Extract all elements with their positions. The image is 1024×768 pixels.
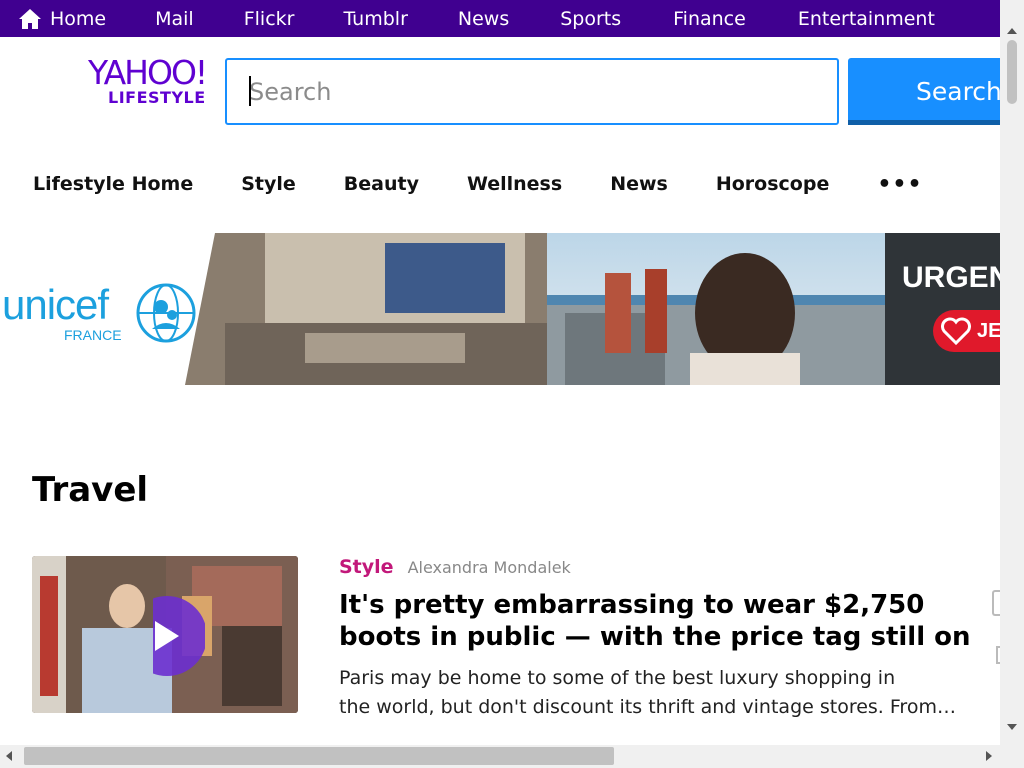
ad-donate-label: JE <box>977 319 1000 342</box>
article-headline-link[interactable]: It's pretty embarrassing to wear $2,750 … <box>339 589 979 653</box>
ad-donate-button[interactable]: JE <box>933 310 1000 352</box>
section-title: Travel <box>32 470 149 510</box>
horizontal-scrollbar[interactable] <box>0 745 1000 768</box>
logo-lifestyle-text: LIFESTYLE <box>108 88 206 107</box>
subnav-news[interactable]: News <box>610 173 668 195</box>
topnav-news-link[interactable]: News <box>458 0 509 37</box>
ad-urgent-headline: URGEN <box>902 261 1000 294</box>
topnav-finance-link[interactable]: Finance <box>673 0 746 37</box>
topnav-mail-link[interactable]: Mail <box>155 0 194 37</box>
heart-icon <box>941 317 971 345</box>
article-meta: Style Alexandra Mondalek <box>339 556 571 578</box>
subnav-beauty[interactable]: Beauty <box>344 173 419 195</box>
subnav-wellness[interactable]: Wellness <box>467 173 562 195</box>
subnav-lifestyle-home[interactable]: Lifestyle Home <box>33 173 193 195</box>
play-icon[interactable] <box>153 594 205 678</box>
subnav-horoscope[interactable]: Horoscope <box>716 173 830 195</box>
topnav-tumblr-link[interactable]: Tumblr <box>343 0 407 37</box>
scrollbar-corner <box>1000 745 1024 768</box>
search-input[interactable] <box>225 58 839 125</box>
summary-line-1: Paris may be home to some of the best lu… <box>339 667 896 689</box>
unicef-country: FRANCE <box>64 327 122 343</box>
article-category-link[interactable]: Style <box>339 556 394 578</box>
search-button[interactable]: Search <box>848 58 1008 124</box>
top-nav-bar: Home Mail Flickr Tumblr News Sports Fina… <box>0 0 1000 37</box>
article-summary: Paris may be home to some of the best lu… <box>339 664 969 722</box>
topnav-entertainment-link[interactable]: Entertainment <box>798 0 935 37</box>
yahoo-lifestyle-logo[interactable]: YAHOO! LIFESTYLE <box>88 56 228 116</box>
horizontal-scroll-thumb[interactable] <box>24 747 614 765</box>
lifestyle-subnav: Lifestyle Home Style Beauty Wellness New… <box>33 170 971 198</box>
unicef-wordmark: unicef <box>2 281 109 328</box>
search-button-shadow <box>848 120 1000 125</box>
ad-photo <box>185 233 1000 385</box>
unicef-ad-banner[interactable]: unicef FRANCE URGEN JE <box>0 233 1000 385</box>
subnav-more-button[interactable]: ••• <box>877 172 922 197</box>
headline-line-1: It's pretty embarrassing to wear $2,750 <box>339 590 925 620</box>
text-caret <box>249 76 251 106</box>
summary-line-2: the world, but don't discount its thrift… <box>339 696 961 718</box>
topnav-sports-link[interactable]: Sports <box>560 0 621 37</box>
scroll-up-icon[interactable] <box>1007 28 1017 34</box>
article-author: Alexandra Mondalek <box>407 558 571 577</box>
subnav-style[interactable]: Style <box>241 173 296 195</box>
vertical-scrollbar[interactable] <box>1000 0 1024 745</box>
topnav-home-link[interactable]: Home <box>0 0 106 37</box>
vertical-scroll-thumb[interactable] <box>1007 40 1017 104</box>
logo-yahoo-text: YAHOO! <box>88 53 208 92</box>
topnav-flickr-link[interactable]: Flickr <box>244 0 295 37</box>
scroll-left-icon[interactable] <box>6 751 12 761</box>
home-icon <box>19 8 41 29</box>
headline-line-2: boots in public — with the price tag sti… <box>339 622 971 652</box>
scroll-down-icon[interactable] <box>1007 724 1017 730</box>
topnav-home-label: Home <box>50 7 107 30</box>
scroll-right-icon[interactable] <box>986 751 992 761</box>
